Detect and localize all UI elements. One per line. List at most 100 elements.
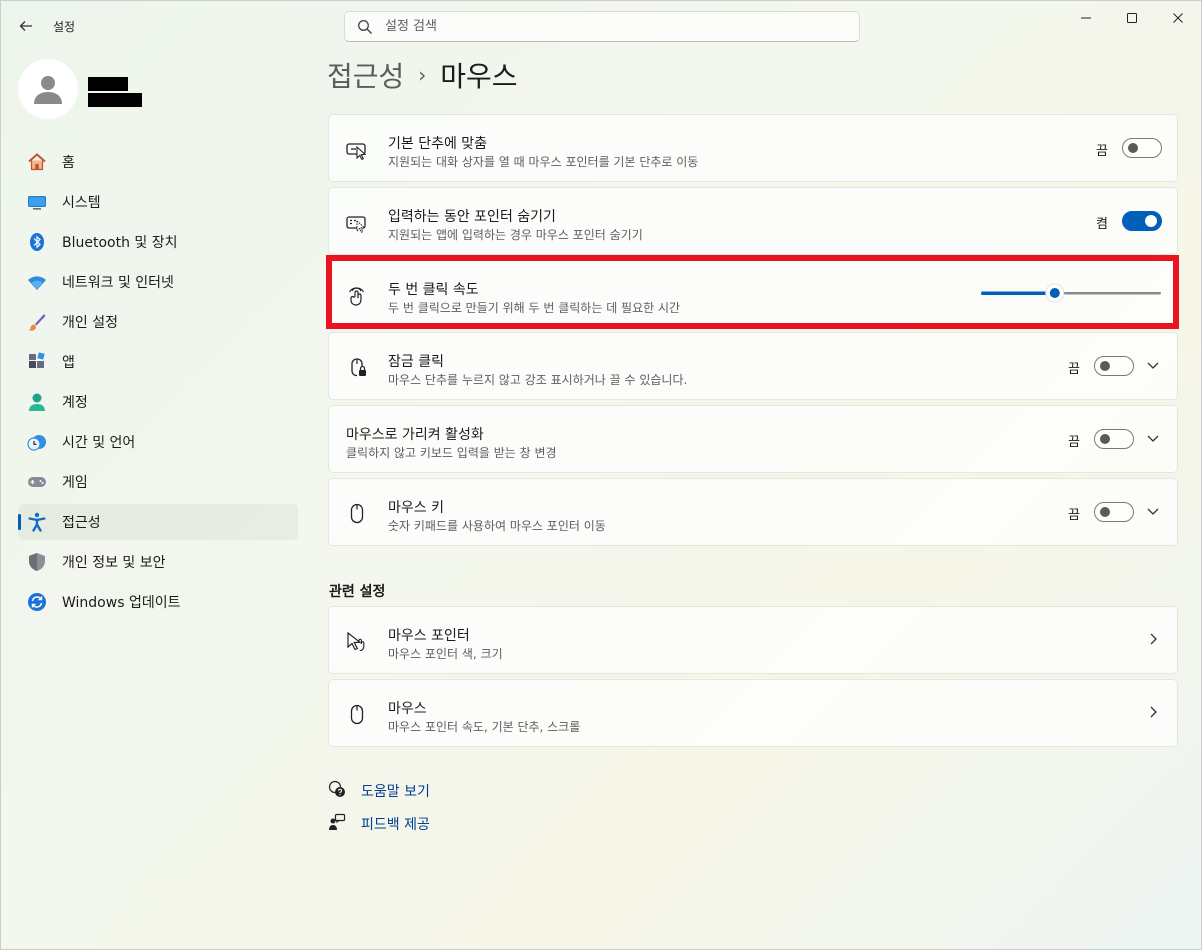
hide-pointer-toggle[interactable] (1122, 211, 1162, 231)
mouse-keys-toggle[interactable] (1094, 502, 1134, 522)
sidebar-item-home[interactable]: 홈 (18, 144, 298, 180)
minimize-button[interactable] (1063, 1, 1109, 35)
sidebar-item-label: 접근성 (62, 515, 101, 531)
hover-activate-toggle[interactable] (1094, 429, 1134, 449)
bluetooth-icon (30, 233, 44, 251)
setting-hover-activate[interactable]: 마우스로 가리켜 활성화 클릭하지 않고 키보드 입력을 받는 창 변경 끔 (328, 405, 1178, 473)
setting-subtitle: 지원되는 앱에 입력하는 경우 마우스 포인터 숨기기 (388, 228, 643, 242)
home-icon (28, 153, 46, 171)
redacted-name (88, 77, 128, 91)
back-button[interactable] (13, 13, 39, 39)
sidebar-item-label: 네트워크 및 인터넷 (62, 275, 174, 291)
sidebar-item-label: Windows 업데이트 (62, 595, 181, 611)
user-icon (34, 76, 62, 104)
sidebar-item-label: 시스템 (62, 195, 101, 211)
setting-title: 마우스 키 (388, 500, 444, 516)
minimize-icon (1081, 17, 1091, 19)
related-mouse-pointer[interactable]: 마우스 포인터 마우스 포인터 색, 크기 (328, 606, 1178, 674)
breadcrumb: 접근성 › 마우스 (327, 55, 518, 95)
setting-click-lock[interactable]: 잠금 클릭 마우스 단추를 누르지 않고 강조 표시하거나 끌 수 있습니다. … (328, 332, 1178, 400)
setting-snap-to-default-button: 기본 단추에 맞춤 지원되는 대화 상자를 열 때 마우스 포인터를 기본 단추… (328, 114, 1178, 182)
setting-title: 기본 단추에 맞춤 (388, 136, 488, 152)
search-box[interactable] (344, 11, 860, 42)
close-button[interactable] (1155, 1, 1201, 35)
sidebar-item-accounts[interactable]: 계정 (18, 384, 298, 420)
search-input[interactable] (385, 12, 845, 41)
setting-subtitle: 마우스 포인터 색, 크기 (388, 647, 503, 661)
snap-to-default-toggle[interactable] (1122, 138, 1162, 158)
wifi-icon (28, 276, 46, 290)
feedback-icon (329, 813, 346, 830)
sidebar-item-label: 앱 (62, 355, 75, 371)
search-icon (358, 20, 372, 34)
sidebar-item-label: 개인 설정 (62, 315, 118, 331)
get-help-link[interactable]: 도움말 보기 (328, 780, 430, 800)
sidebar-item-label: 개인 정보 및 보안 (62, 555, 166, 571)
related-mouse[interactable]: 마우스 마우스 포인터 속도, 기본 단추, 스크롤 (328, 679, 1178, 747)
gamepad-icon (28, 477, 46, 487)
account-icon (29, 393, 45, 411)
setting-subtitle: 지원되는 대화 상자를 열 때 마우스 포인터를 기본 단추로 이동 (388, 155, 699, 169)
breadcrumb-parent[interactable]: 접근성 (327, 55, 404, 95)
toggle-state-label: 끔 (1068, 508, 1080, 523)
redacted-email (88, 93, 142, 107)
mouse-icon (350, 704, 364, 725)
setting-title: 마우스 (388, 701, 427, 717)
app-title: 설정 (53, 20, 76, 34)
sidebar-item-network[interactable]: 네트워크 및 인터넷 (18, 264, 298, 300)
maximize-button[interactable] (1109, 1, 1155, 35)
setting-title: 입력하는 동안 포인터 숨기기 (388, 209, 556, 225)
toggle-state-label: 끔 (1096, 144, 1108, 159)
setting-subtitle: 숫자 키패드를 사용하여 마우스 포인터 이동 (388, 519, 606, 533)
setting-title: 잠금 클릭 (388, 354, 444, 370)
chevron-down-icon[interactable] (1145, 503, 1161, 519)
brush-icon (28, 314, 46, 331)
mouse-icon (350, 503, 364, 524)
chevron-down-icon[interactable] (1145, 357, 1161, 373)
pointer-hide-icon (346, 216, 366, 233)
give-feedback-link[interactable]: 피드백 제공 (328, 813, 430, 833)
pointer-snap-icon (346, 143, 367, 161)
settings-window: 설정 홈 시스템 Bluetooth 및 장치 (0, 0, 1202, 950)
sidebar-item-system[interactable]: 시스템 (18, 184, 298, 220)
sidebar-item-windows-update[interactable]: Windows 업데이트 (18, 584, 298, 620)
toggle-state-label: 끔 (1068, 362, 1080, 377)
maximize-icon (1127, 13, 1137, 23)
sidebar-item-apps[interactable]: 앱 (18, 344, 298, 380)
sidebar-item-bluetooth[interactable]: Bluetooth 및 장치 (18, 224, 298, 260)
breadcrumb-separator: › (418, 63, 427, 87)
give-feedback-label[interactable]: 피드백 제공 (361, 814, 430, 834)
page-title: 마우스 (440, 60, 518, 93)
apps-icon (29, 352, 45, 368)
mouse-lock-icon (351, 358, 366, 377)
accessibility-icon (28, 512, 46, 532)
chevron-right-icon (1150, 706, 1157, 718)
sidebar-item-time-language[interactable]: 시간 및 언어 (18, 424, 298, 460)
close-icon (1173, 13, 1183, 23)
chevron-down-icon[interactable] (1145, 430, 1161, 446)
sidebar-item-personalization[interactable]: 개인 설정 (18, 304, 298, 340)
setting-title: 마우스 포인터 (388, 628, 470, 644)
sidebar-item-label: 계정 (62, 395, 88, 411)
click-lock-toggle[interactable] (1094, 356, 1134, 376)
sidebar-item-gaming[interactable]: 게임 (18, 464, 298, 500)
sidebar-item-label: 홈 (62, 155, 75, 171)
related-settings-heading: 관련 설정 (329, 584, 386, 600)
sidebar-item-label: Bluetooth 및 장치 (62, 235, 178, 251)
help-icon (328, 780, 345, 797)
mouse-pointer-icon (347, 631, 365, 652)
sidebar-item-accessibility[interactable]: 접근성 (18, 504, 298, 540)
toggle-state-label: 켬 (1096, 217, 1108, 232)
setting-mouse-keys[interactable]: 마우스 키 숫자 키패드를 사용하여 마우스 포인터 이동 끔 (328, 478, 1178, 546)
avatar[interactable] (18, 59, 78, 119)
toggle-state-label: 끔 (1068, 435, 1080, 450)
sidebar-item-label: 시간 및 언어 (62, 435, 136, 451)
title-bar: 설정 (1, 1, 1201, 49)
setting-hide-pointer-while-typing: 입력하는 동안 포인터 숨기기 지원되는 앱에 입력하는 경우 마우스 포인터 … (328, 187, 1178, 255)
sidebar-item-privacy[interactable]: 개인 정보 및 보안 (18, 544, 298, 580)
back-arrow-icon (19, 21, 32, 31)
clock-globe-icon (27, 435, 46, 451)
setting-subtitle: 마우스 포인터 속도, 기본 단추, 스크롤 (388, 720, 581, 734)
setting-title: 마우스로 가리켜 활성화 (346, 427, 484, 443)
get-help-label[interactable]: 도움말 보기 (361, 781, 430, 801)
